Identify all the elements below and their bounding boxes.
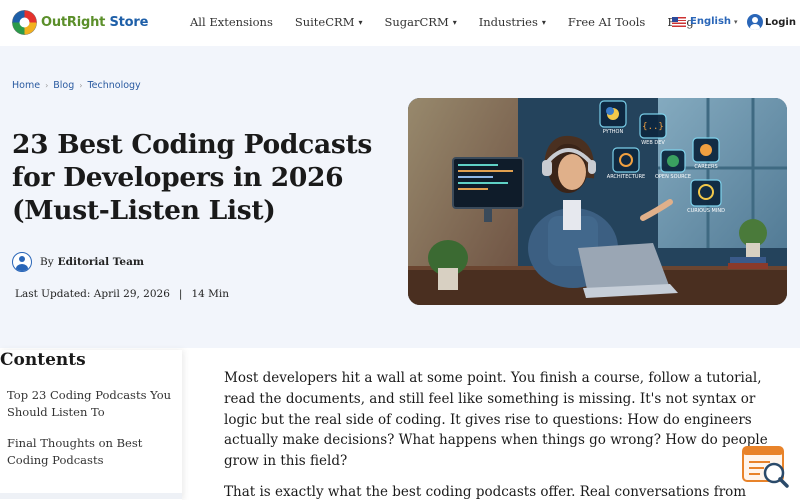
nav-label: SuiteCRM [294, 15, 355, 29]
toc-item-final-thoughts[interactable]: Final Thoughts on Best Coding Podcasts [7, 435, 179, 469]
nav-label: Free AI Tools [567, 15, 646, 29]
logo-text-outright: OutRight [41, 15, 106, 30]
hero-label-careers: CAREERS [694, 164, 717, 170]
main-nav: All Extensions SuiteCRM ▾ SugarCRM ▾ Indus… [190, 15, 716, 29]
hero-illustration: {..} PYTHON WEB DEV ARCHITECTURE OPEN SO… [408, 98, 787, 305]
author-byline: By Editorial Team [12, 252, 144, 272]
nav-label: All Extensions [190, 15, 273, 29]
article-meta: Last Updated: April 29, 2026 | 14 Min [15, 288, 229, 300]
nav-all-extensions[interactable]: All Extensions [190, 15, 273, 29]
page-title: 23 Best Coding Podcasts for Developers i… [12, 129, 373, 226]
hero-label-architecture: ARCHITECTURE [607, 174, 645, 180]
login-button[interactable]: Login [747, 14, 796, 30]
breadcrumb-separator: › [79, 81, 83, 90]
search-widget-button[interactable] [742, 446, 790, 490]
toc-title: Contents [0, 350, 86, 370]
article-paragraph: Most developers hit a wall at some point… [224, 370, 768, 470]
breadcrumb-blog[interactable]: Blog [53, 80, 74, 91]
login-label: Login [765, 16, 796, 28]
breadcrumb-separator: › [45, 81, 49, 90]
us-flag-icon [672, 16, 686, 27]
hero-label-python: PYTHON [603, 129, 624, 135]
language-selector[interactable]: English ▾ [672, 16, 738, 27]
hero-label-web-dev: WEB DEV [641, 140, 665, 146]
author-name[interactable]: Editorial Team [58, 256, 144, 268]
article-body: Most developers hit a wall at some point… [224, 368, 784, 500]
language-label: English [690, 16, 732, 27]
table-of-contents: Contents Top 23 Coding Podcasts You Shou… [0, 350, 182, 500]
logo-text-store: Store [109, 15, 149, 30]
site-logo[interactable]: OutRight Store [12, 10, 148, 35]
hero-label-curious-mind: CURIOUS MIND [687, 208, 725, 214]
nav-sugarcrm[interactable]: SugarCRM ▾ [384, 15, 456, 29]
chevron-down-icon: ▾ [358, 17, 363, 27]
svg-text:{..}: {..} [642, 122, 664, 132]
nav-label: SugarCRM [384, 15, 449, 29]
meta-divider: | [178, 288, 183, 300]
toc-divider [0, 493, 182, 499]
chevron-down-icon: ▾ [541, 17, 546, 27]
breadcrumb-technology[interactable]: Technology [87, 80, 140, 91]
toc-item-top-23[interactable]: Top 23 Coding Podcasts You Should Listen… [7, 387, 179, 421]
by-label: By [40, 256, 54, 268]
last-updated: Last Updated: April 29, 2026 [15, 288, 170, 300]
article-paragraph: That is exactly what the best coding pod… [224, 483, 747, 500]
logo-text: OutRight Store [41, 15, 148, 30]
document-search-icon [742, 446, 789, 488]
site-header: OutRight Store All Extensions SuiteCRM ▾ … [0, 0, 800, 46]
chevron-down-icon: ▾ [452, 17, 457, 27]
hero-label-open-source: OPEN SOURCE [655, 174, 691, 180]
chevron-down-icon: ▾ [734, 17, 738, 26]
nav-industries[interactable]: Industries ▾ [479, 15, 546, 29]
breadcrumb: Home › Blog › Technology [12, 80, 141, 91]
nav-suitecrm[interactable]: SuiteCRM ▾ [295, 15, 363, 29]
breadcrumb-home[interactable]: Home [12, 80, 40, 91]
hero-image: {..} PYTHON WEB DEV ARCHITECTURE OPEN SO… [408, 98, 787, 305]
user-icon [747, 14, 763, 30]
nav-free-ai-tools[interactable]: Free AI Tools [568, 15, 645, 29]
author-avatar-icon [12, 252, 32, 272]
nav-label: Industries [478, 15, 538, 29]
logo-icon [12, 10, 37, 35]
read-time: 14 Min [191, 288, 230, 300]
